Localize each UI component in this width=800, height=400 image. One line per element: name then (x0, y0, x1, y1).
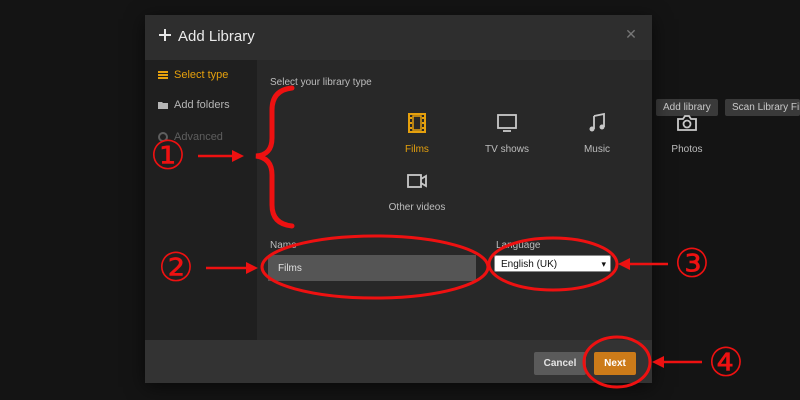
type-tile-tv-shows[interactable]: TV shows (462, 112, 552, 172)
folder-icon (158, 102, 168, 109)
language-label: Language (496, 240, 541, 251)
sidebar-item-add-folders[interactable]: Add folders (157, 97, 230, 113)
close-icon[interactable]: ✕ (624, 27, 638, 41)
next-button[interactable]: Next (594, 352, 636, 375)
type-tile-photos[interactable]: Photos (642, 112, 732, 172)
annotation-number-4: ④ (708, 340, 744, 386)
sidebar-item-label: Select type (174, 69, 229, 81)
tv-icon (497, 114, 517, 132)
annotation-number-3: ③ (674, 241, 710, 287)
wizard-sidebar: Select type Add folders Advanced (145, 60, 257, 340)
library-type-label: Select your library type (270, 77, 372, 88)
annotation-number-1: ① (150, 133, 186, 179)
sidebar-item-label: Add folders (174, 99, 230, 111)
wizard-content: Select your library type Films TV shows (257, 60, 703, 340)
type-label: Films (405, 144, 429, 155)
type-tile-music[interactable]: Music (552, 112, 642, 172)
type-label: TV shows (485, 144, 529, 155)
stack-icon (158, 71, 168, 79)
language-select[interactable]: English (UK) ▾ (494, 255, 611, 272)
plus-icon (158, 28, 172, 42)
dialog-header: Add Library ✕ (145, 15, 652, 60)
language-value: English (UK) (501, 259, 558, 270)
dialog-footer: Cancel Next (145, 340, 652, 383)
cancel-button[interactable]: Cancel (534, 352, 586, 375)
video-camera-icon (407, 174, 427, 188)
type-tile-other-videos[interactable]: Other videos (372, 170, 462, 230)
name-label: Name (270, 240, 297, 251)
name-input[interactable] (268, 255, 476, 281)
type-label: Photos (671, 144, 703, 155)
bg-scan-library-button[interactable]: Scan Library Fil (725, 99, 800, 116)
type-tile-films[interactable]: Films (372, 112, 462, 172)
music-icon (589, 112, 605, 132)
camera-icon (677, 115, 697, 131)
type-label: Music (583, 144, 611, 155)
add-library-dialog: Add Library ✕ Select type Add folders Ad… (145, 15, 703, 383)
dialog-title: Add Library (178, 28, 255, 45)
film-icon (408, 113, 426, 133)
type-label: Other videos (388, 202, 446, 213)
chevron-down-icon: ▾ (601, 259, 606, 269)
annotation-number-2: ② (158, 245, 194, 291)
sidebar-item-select-type[interactable]: Select type (157, 67, 228, 83)
